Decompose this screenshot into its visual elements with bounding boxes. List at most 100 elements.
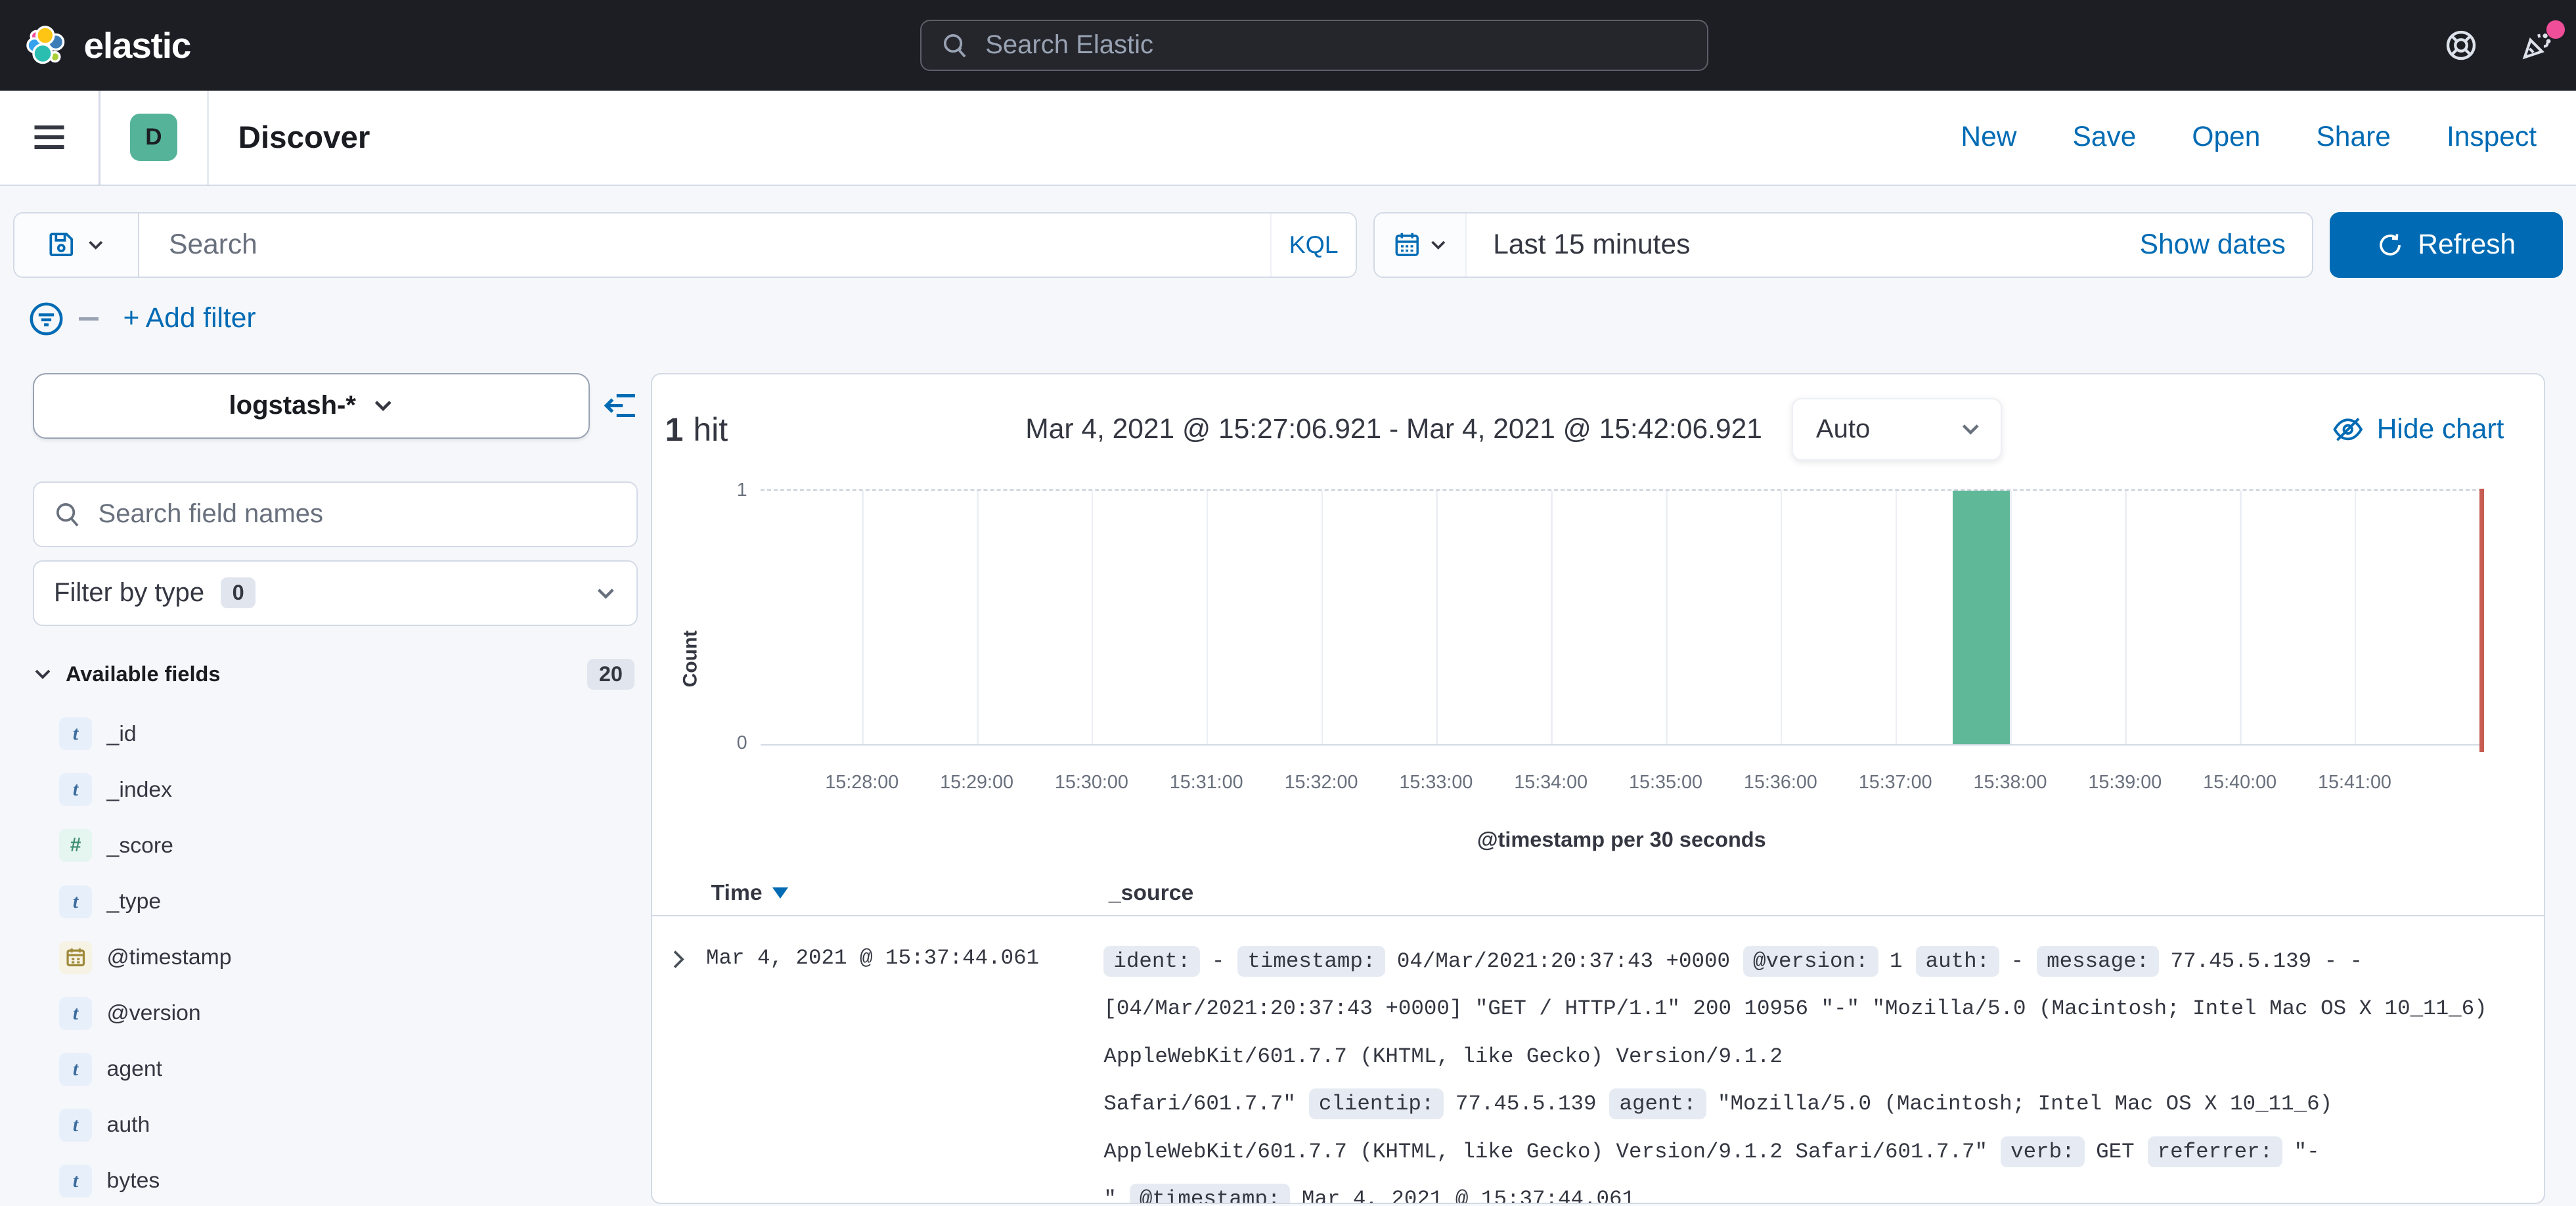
available-fields-label: Available fields	[66, 662, 220, 686]
interval-select[interactable]: Auto	[1792, 398, 2002, 460]
column-header-source[interactable]: _source	[1109, 880, 1193, 906]
collapse-sidebar-button[interactable]	[604, 391, 637, 420]
column-header-time[interactable]: Time	[711, 880, 1109, 906]
field-item-_score[interactable]: #_score	[33, 818, 637, 874]
field-item-@version[interactable]: t@version	[33, 985, 637, 1041]
x-tick-label: 15:30:00	[1055, 772, 1128, 793]
field-type-string-icon: t	[59, 773, 92, 806]
x-axis-label: @timestamp per 30 seconds	[761, 828, 2483, 852]
gridline	[1551, 491, 1553, 744]
kql-button[interactable]: KQL	[1270, 213, 1356, 277]
x-tick-label: 15:38:00	[1974, 772, 2047, 793]
chevron-down-icon	[87, 236, 105, 254]
show-dates-button[interactable]: Show dates	[2140, 229, 2312, 261]
histogram-chart: 1 0 Count 15:28:0015:29:0015:30:0015:31:…	[652, 463, 2544, 867]
refresh-icon	[2377, 232, 2403, 258]
date-picker-button[interactable]	[1375, 213, 1467, 277]
field-item-_id[interactable]: t_id	[33, 706, 637, 762]
menu-icon[interactable]	[26, 118, 72, 157]
source-field-name: message:	[2037, 946, 2159, 977]
field-search-input[interactable]: Search field names	[33, 481, 637, 547]
field-item-_index[interactable]: t_index	[33, 762, 637, 818]
source-field-value: 77.45.5.139	[1455, 1092, 1597, 1116]
x-tick-label: 15:29:00	[940, 772, 1013, 793]
gridline	[2240, 491, 2242, 744]
field-name: agent	[107, 1056, 162, 1082]
menu-link-new[interactable]: New	[1961, 122, 2016, 153]
available-fields-header[interactable]: Available fields 20	[33, 659, 637, 690]
chevron-down-icon	[33, 664, 53, 684]
elastic-logo[interactable]: elastic	[23, 22, 190, 68]
source-field-value: GET	[2096, 1140, 2135, 1164]
hits-label: hit	[693, 411, 728, 449]
add-filter-button[interactable]: + Add filter	[123, 303, 256, 334]
chevron-down-icon	[595, 583, 617, 604]
index-pattern-label: logstash-*	[229, 391, 356, 420]
field-list: t_idt_index#_scoret_type@timestampt@vers…	[33, 706, 637, 1204]
gridline	[1666, 491, 1668, 744]
gridline	[2125, 491, 2127, 744]
filter-icon[interactable]	[28, 301, 64, 337]
field-name: auth	[107, 1112, 150, 1138]
search-icon	[54, 501, 82, 529]
field-item-auth[interactable]: tauth	[33, 1097, 637, 1153]
source-field-name: ident:	[1103, 946, 1200, 977]
global-search-input[interactable]: Search Elastic	[920, 20, 1709, 71]
newsfeed-icon[interactable]	[2520, 29, 2553, 62]
source-field-name: @version:	[1743, 946, 1878, 977]
saved-query-button[interactable]	[14, 213, 139, 277]
filter-by-type-select[interactable]: Filter by type 0	[33, 560, 637, 626]
source-field-name: referrer:	[2148, 1136, 2283, 1167]
index-pattern-selector[interactable]: logstash-*	[33, 373, 590, 439]
menu-link-save[interactable]: Save	[2072, 122, 2136, 153]
gridline	[1781, 491, 1783, 744]
field-item-agent[interactable]: tagent	[33, 1041, 637, 1097]
hits-number: 1	[665, 411, 684, 449]
x-tick-label: 15:39:00	[2088, 772, 2162, 793]
help-icon[interactable]	[2445, 29, 2477, 62]
gridline	[862, 491, 864, 744]
x-tick-label: 15:41:00	[2318, 772, 2391, 793]
save-icon	[47, 231, 76, 259]
field-name: _type	[107, 889, 162, 914]
histogram-bar[interactable]	[1953, 491, 2010, 744]
discover-content: logstash-* Search field names Filter by …	[0, 357, 2576, 1205]
source-field-value: 1	[1890, 949, 1903, 973]
source-field-name: clientip:	[1309, 1088, 1444, 1119]
notification-dot	[2546, 20, 2565, 39]
source-field-name: verb:	[2001, 1136, 2085, 1167]
hide-chart-button[interactable]: Hide chart	[2332, 414, 2504, 445]
menu-link-inspect[interactable]: Inspect	[2447, 122, 2537, 153]
menu-link-share[interactable]: Share	[2316, 122, 2390, 153]
field-type-string-icon: t	[59, 997, 92, 1030]
global-header: elastic Search Elastic	[0, 0, 2576, 91]
x-tick-label: 15:31:00	[1170, 772, 1243, 793]
x-tick-label: 15:40:00	[2203, 772, 2276, 793]
x-axis-ticks: 15:28:0015:29:0015:30:0015:31:0015:32:00…	[761, 772, 2483, 798]
search-placeholder: Search	[169, 229, 257, 261]
results-panel: 1 hit Mar 4, 2021 @ 15:27:06.921 - Mar 4…	[651, 373, 2545, 1205]
menu-link-open[interactable]: Open	[2192, 122, 2260, 153]
search-query-input[interactable]: Search	[139, 213, 1270, 277]
field-item-bytes[interactable]: tbytes	[33, 1153, 637, 1204]
field-name: _id	[107, 721, 137, 747]
refresh-button[interactable]: Refresh	[2330, 212, 2563, 278]
x-tick-label: 15:33:00	[1399, 772, 1473, 793]
chevron-right-icon	[667, 948, 690, 971]
chevron-down-icon	[1960, 418, 1982, 440]
field-name: bytes	[107, 1168, 160, 1194]
time-range-value[interactable]: Last 15 minutes	[1467, 229, 1690, 261]
gridline	[2010, 491, 2012, 744]
filter-by-type-count: 0	[221, 577, 255, 608]
chart-plot-area[interactable]	[761, 489, 2483, 746]
field-item-@timestamp[interactable]: @timestamp	[33, 929, 637, 985]
source-field-value: 04/Mar/2021:20:37:43 +0000	[1397, 949, 1730, 973]
query-bar: Search KQL Last 15 minutes Show dates	[0, 186, 2576, 357]
field-item-_type[interactable]: t_type	[33, 874, 637, 929]
source-field-value: Mar 4, 2021 @ 15:37:44.061	[1302, 1187, 1635, 1204]
search-icon	[941, 32, 969, 60]
gridline	[1896, 491, 1898, 744]
divider	[99, 91, 100, 185]
expand-row-button[interactable]	[667, 948, 690, 971]
field-name: _score	[107, 833, 173, 859]
